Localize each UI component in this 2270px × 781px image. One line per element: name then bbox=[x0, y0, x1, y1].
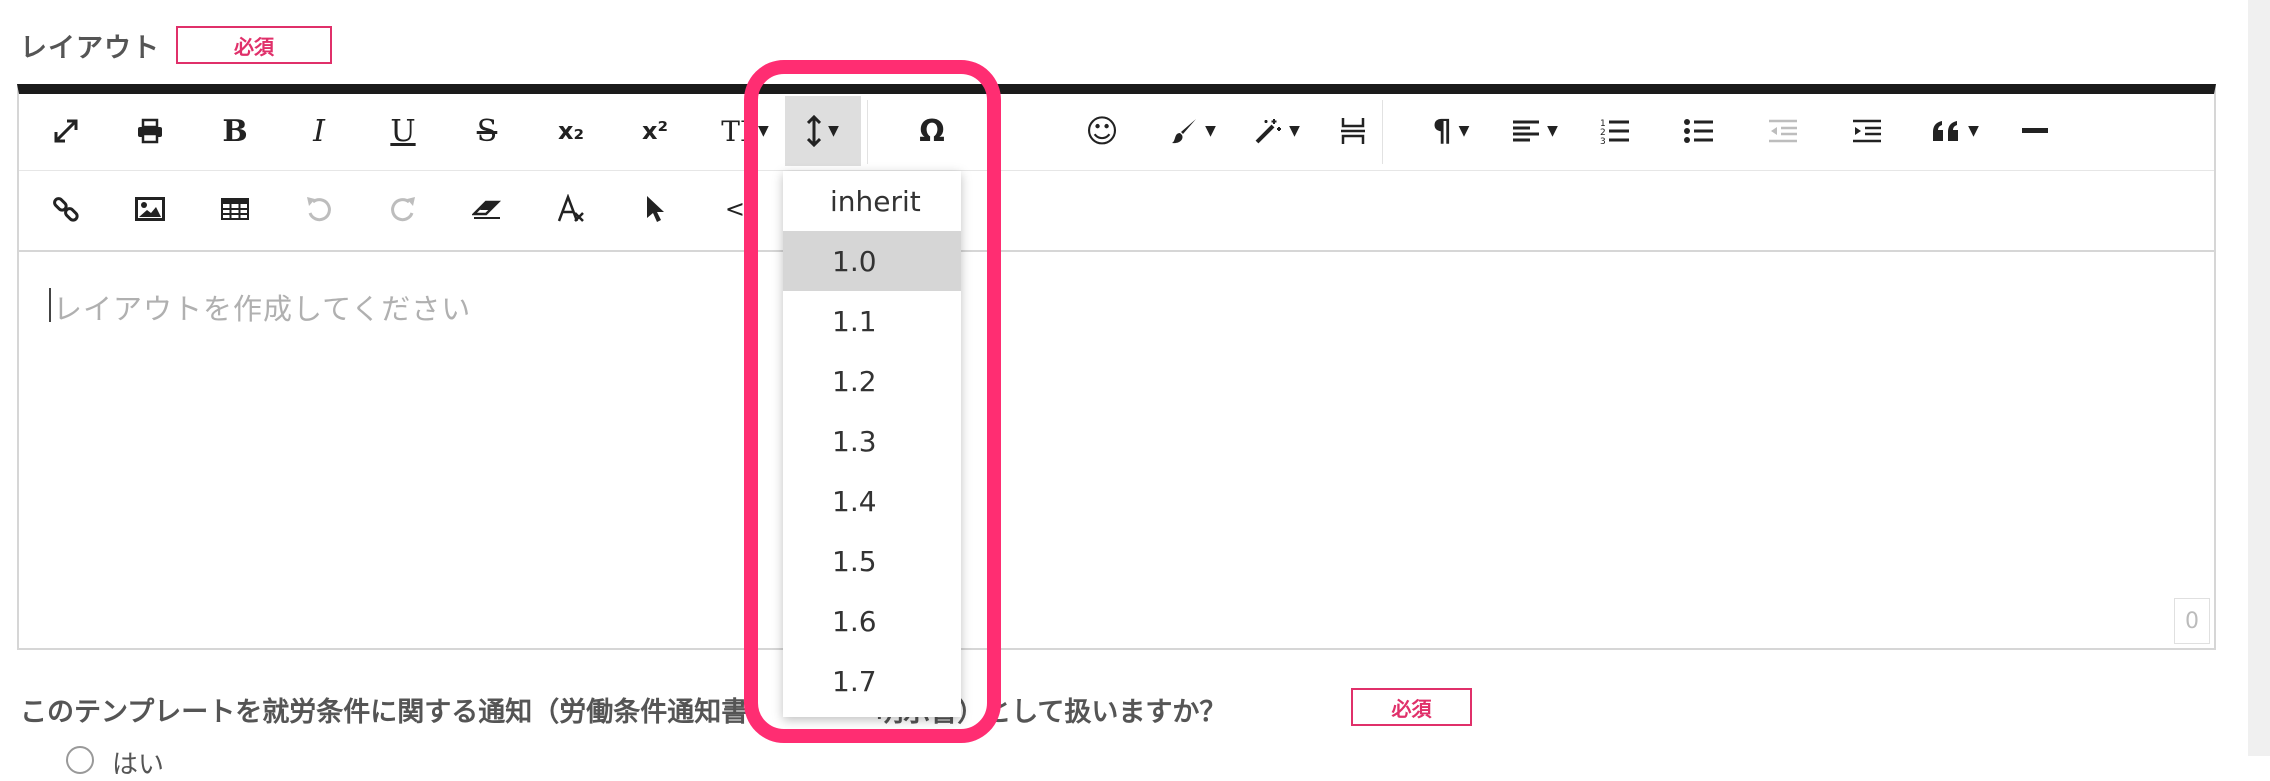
text-cursor bbox=[49, 288, 51, 322]
dropdown-option-1-7[interactable]: 1.7 bbox=[783, 651, 961, 711]
italic-button[interactable]: I bbox=[283, 96, 355, 166]
styles-button[interactable]: ▼ bbox=[1236, 96, 1318, 166]
outdent-icon bbox=[1768, 119, 1798, 143]
radio-yes[interactable] bbox=[66, 746, 94, 774]
superscript-button[interactable]: x² bbox=[619, 96, 691, 166]
indent-icon bbox=[1852, 119, 1882, 143]
unordered-list-icon bbox=[1684, 118, 1714, 144]
underline-button[interactable]: U bbox=[367, 96, 439, 166]
expand-icon bbox=[53, 118, 79, 144]
editor-content-area[interactable]: レイアウトを作成してください 0 bbox=[19, 252, 2214, 648]
dropdown-option-1-6[interactable]: 1.6 bbox=[783, 591, 961, 651]
underline-icon: U bbox=[390, 113, 416, 149]
fullscreen-button[interactable] bbox=[30, 96, 102, 166]
unordered-list-button[interactable] bbox=[1663, 96, 1735, 166]
paragraph-icon: ¶ bbox=[1432, 113, 1452, 149]
bold-icon: B bbox=[222, 113, 248, 149]
line-height-dropdown: inherit 1.0 1.1 1.2 1.3 1.4 1.5 1.6 1.7 bbox=[783, 171, 961, 717]
eraser-icon bbox=[472, 198, 502, 220]
align-left-icon bbox=[1512, 120, 1540, 142]
subscript-button[interactable]: x₂ bbox=[535, 96, 607, 166]
char-counter: 0 bbox=[2174, 598, 2210, 644]
line-height-button[interactable]: ▼ bbox=[785, 96, 861, 166]
omega-icon: Ω bbox=[919, 113, 945, 149]
image-icon bbox=[135, 197, 165, 221]
chevron-down-icon: ▼ bbox=[1547, 123, 1558, 139]
ordered-list-icon: 123 bbox=[1600, 117, 1630, 145]
emoji-button[interactable]: ☺ bbox=[1066, 96, 1138, 166]
toolbar-divider bbox=[867, 100, 868, 164]
rich-text-editor: B I U S x₂ x² TI ▼ ▼ Ω ☺ ▼ ▼ ¶ ▼ ▼ 1 2 3… bbox=[17, 84, 2216, 650]
smile-icon: ☺ bbox=[1085, 112, 1119, 150]
dropdown-option-1-2[interactable]: 1.2 bbox=[783, 351, 961, 411]
page-break-button[interactable] bbox=[1317, 96, 1389, 166]
subscript-icon: x₂ bbox=[558, 117, 584, 145]
table-icon bbox=[221, 198, 249, 220]
italic-icon: I bbox=[313, 113, 325, 149]
code-view-button[interactable]: </ bbox=[703, 174, 775, 244]
clear-button[interactable] bbox=[451, 174, 523, 244]
font-size-button[interactable]: TI ▼ bbox=[709, 96, 781, 166]
special-chars-button[interactable]: Ω bbox=[896, 96, 968, 166]
dropdown-option-inherit[interactable]: inherit bbox=[783, 171, 961, 231]
chevron-down-icon: ▼ bbox=[1205, 123, 1216, 139]
clear-format-icon bbox=[556, 194, 586, 224]
align-button[interactable]: ▼ bbox=[1495, 96, 1575, 166]
editor-placeholder: レイアウトを作成してください bbox=[53, 292, 472, 326]
chevron-down-icon: ▼ bbox=[1968, 123, 1979, 139]
chevron-down-icon: ▼ bbox=[1458, 123, 1470, 139]
redo-button[interactable] bbox=[367, 174, 439, 244]
layout-field-label: レイアウト bbox=[20, 33, 160, 64]
superscript-icon: x² bbox=[642, 117, 668, 145]
code-icon: </ bbox=[724, 195, 754, 223]
line-height-icon bbox=[807, 115, 822, 147]
required-badge: 必須 bbox=[176, 26, 332, 64]
clear-formatting-button[interactable] bbox=[535, 174, 607, 244]
dropdown-option-1-4[interactable]: 1.4 bbox=[783, 471, 961, 531]
indent-button[interactable] bbox=[1831, 96, 1903, 166]
outdent-button[interactable] bbox=[1747, 96, 1819, 166]
dropdown-option-1-3[interactable]: 1.3 bbox=[783, 411, 961, 471]
svg-text:3: 3 bbox=[1600, 137, 1606, 145]
toolbar-row-divider bbox=[19, 170, 2214, 171]
horizontal-line-icon bbox=[2022, 128, 2048, 134]
pointer-icon bbox=[644, 194, 666, 224]
dropdown-option-1-0[interactable]: 1.0 bbox=[783, 231, 961, 291]
chevron-down-icon: ▼ bbox=[828, 123, 839, 139]
quote-button[interactable]: ▼ bbox=[1915, 96, 1995, 166]
paragraph-format-button[interactable]: ¶ ▼ bbox=[1411, 96, 1491, 166]
link-icon bbox=[52, 195, 80, 223]
toolbar-divider bbox=[1382, 100, 1383, 164]
chevron-down-icon: ▼ bbox=[1289, 123, 1300, 139]
text-color-button[interactable]: ▼ bbox=[1152, 96, 1234, 166]
redo-icon bbox=[389, 195, 417, 223]
undo-button[interactable] bbox=[283, 174, 355, 244]
radio-yes-label: はい bbox=[112, 750, 165, 780]
undo-icon bbox=[305, 195, 333, 223]
page-scrollbar[interactable] bbox=[2248, 0, 2270, 756]
quote-icon bbox=[1931, 120, 1961, 142]
ordered-list-button[interactable]: 123 bbox=[1579, 96, 1651, 166]
table-button[interactable] bbox=[199, 174, 271, 244]
paint-brush-icon bbox=[1170, 117, 1198, 145]
page-break-icon bbox=[1340, 116, 1366, 146]
question-required-badge: 必須 bbox=[1351, 688, 1472, 726]
editor-toolbar: B I U S x₂ x² TI ▼ ▼ Ω ☺ ▼ ▼ ¶ ▼ ▼ 1 2 3… bbox=[19, 94, 2214, 252]
dropdown-option-1-5[interactable]: 1.5 bbox=[783, 531, 961, 591]
strikethrough-button[interactable]: S bbox=[451, 96, 523, 166]
print-button[interactable] bbox=[114, 96, 186, 166]
horizontal-line-button[interactable] bbox=[1999, 96, 2071, 166]
bold-button[interactable]: B bbox=[199, 96, 271, 166]
dropdown-option-1-1[interactable]: 1.1 bbox=[783, 291, 961, 351]
chevron-down-icon: ▼ bbox=[757, 123, 769, 139]
question-text-head: このテンプレートを就労条件に関する通知（労働条件通知書 bbox=[20, 697, 749, 728]
question-text: このテンプレートを就労条件に関する通知（労働条件通知書 明示書）として扱いますか？ bbox=[20, 690, 1226, 729]
text-height-icon: TI bbox=[721, 114, 751, 148]
print-icon bbox=[136, 118, 164, 144]
strikethrough-icon: S bbox=[476, 113, 498, 149]
image-button[interactable] bbox=[114, 174, 186, 244]
select-all-button[interactable] bbox=[619, 174, 691, 244]
link-button[interactable] bbox=[30, 174, 102, 244]
magic-wand-icon bbox=[1254, 117, 1282, 145]
